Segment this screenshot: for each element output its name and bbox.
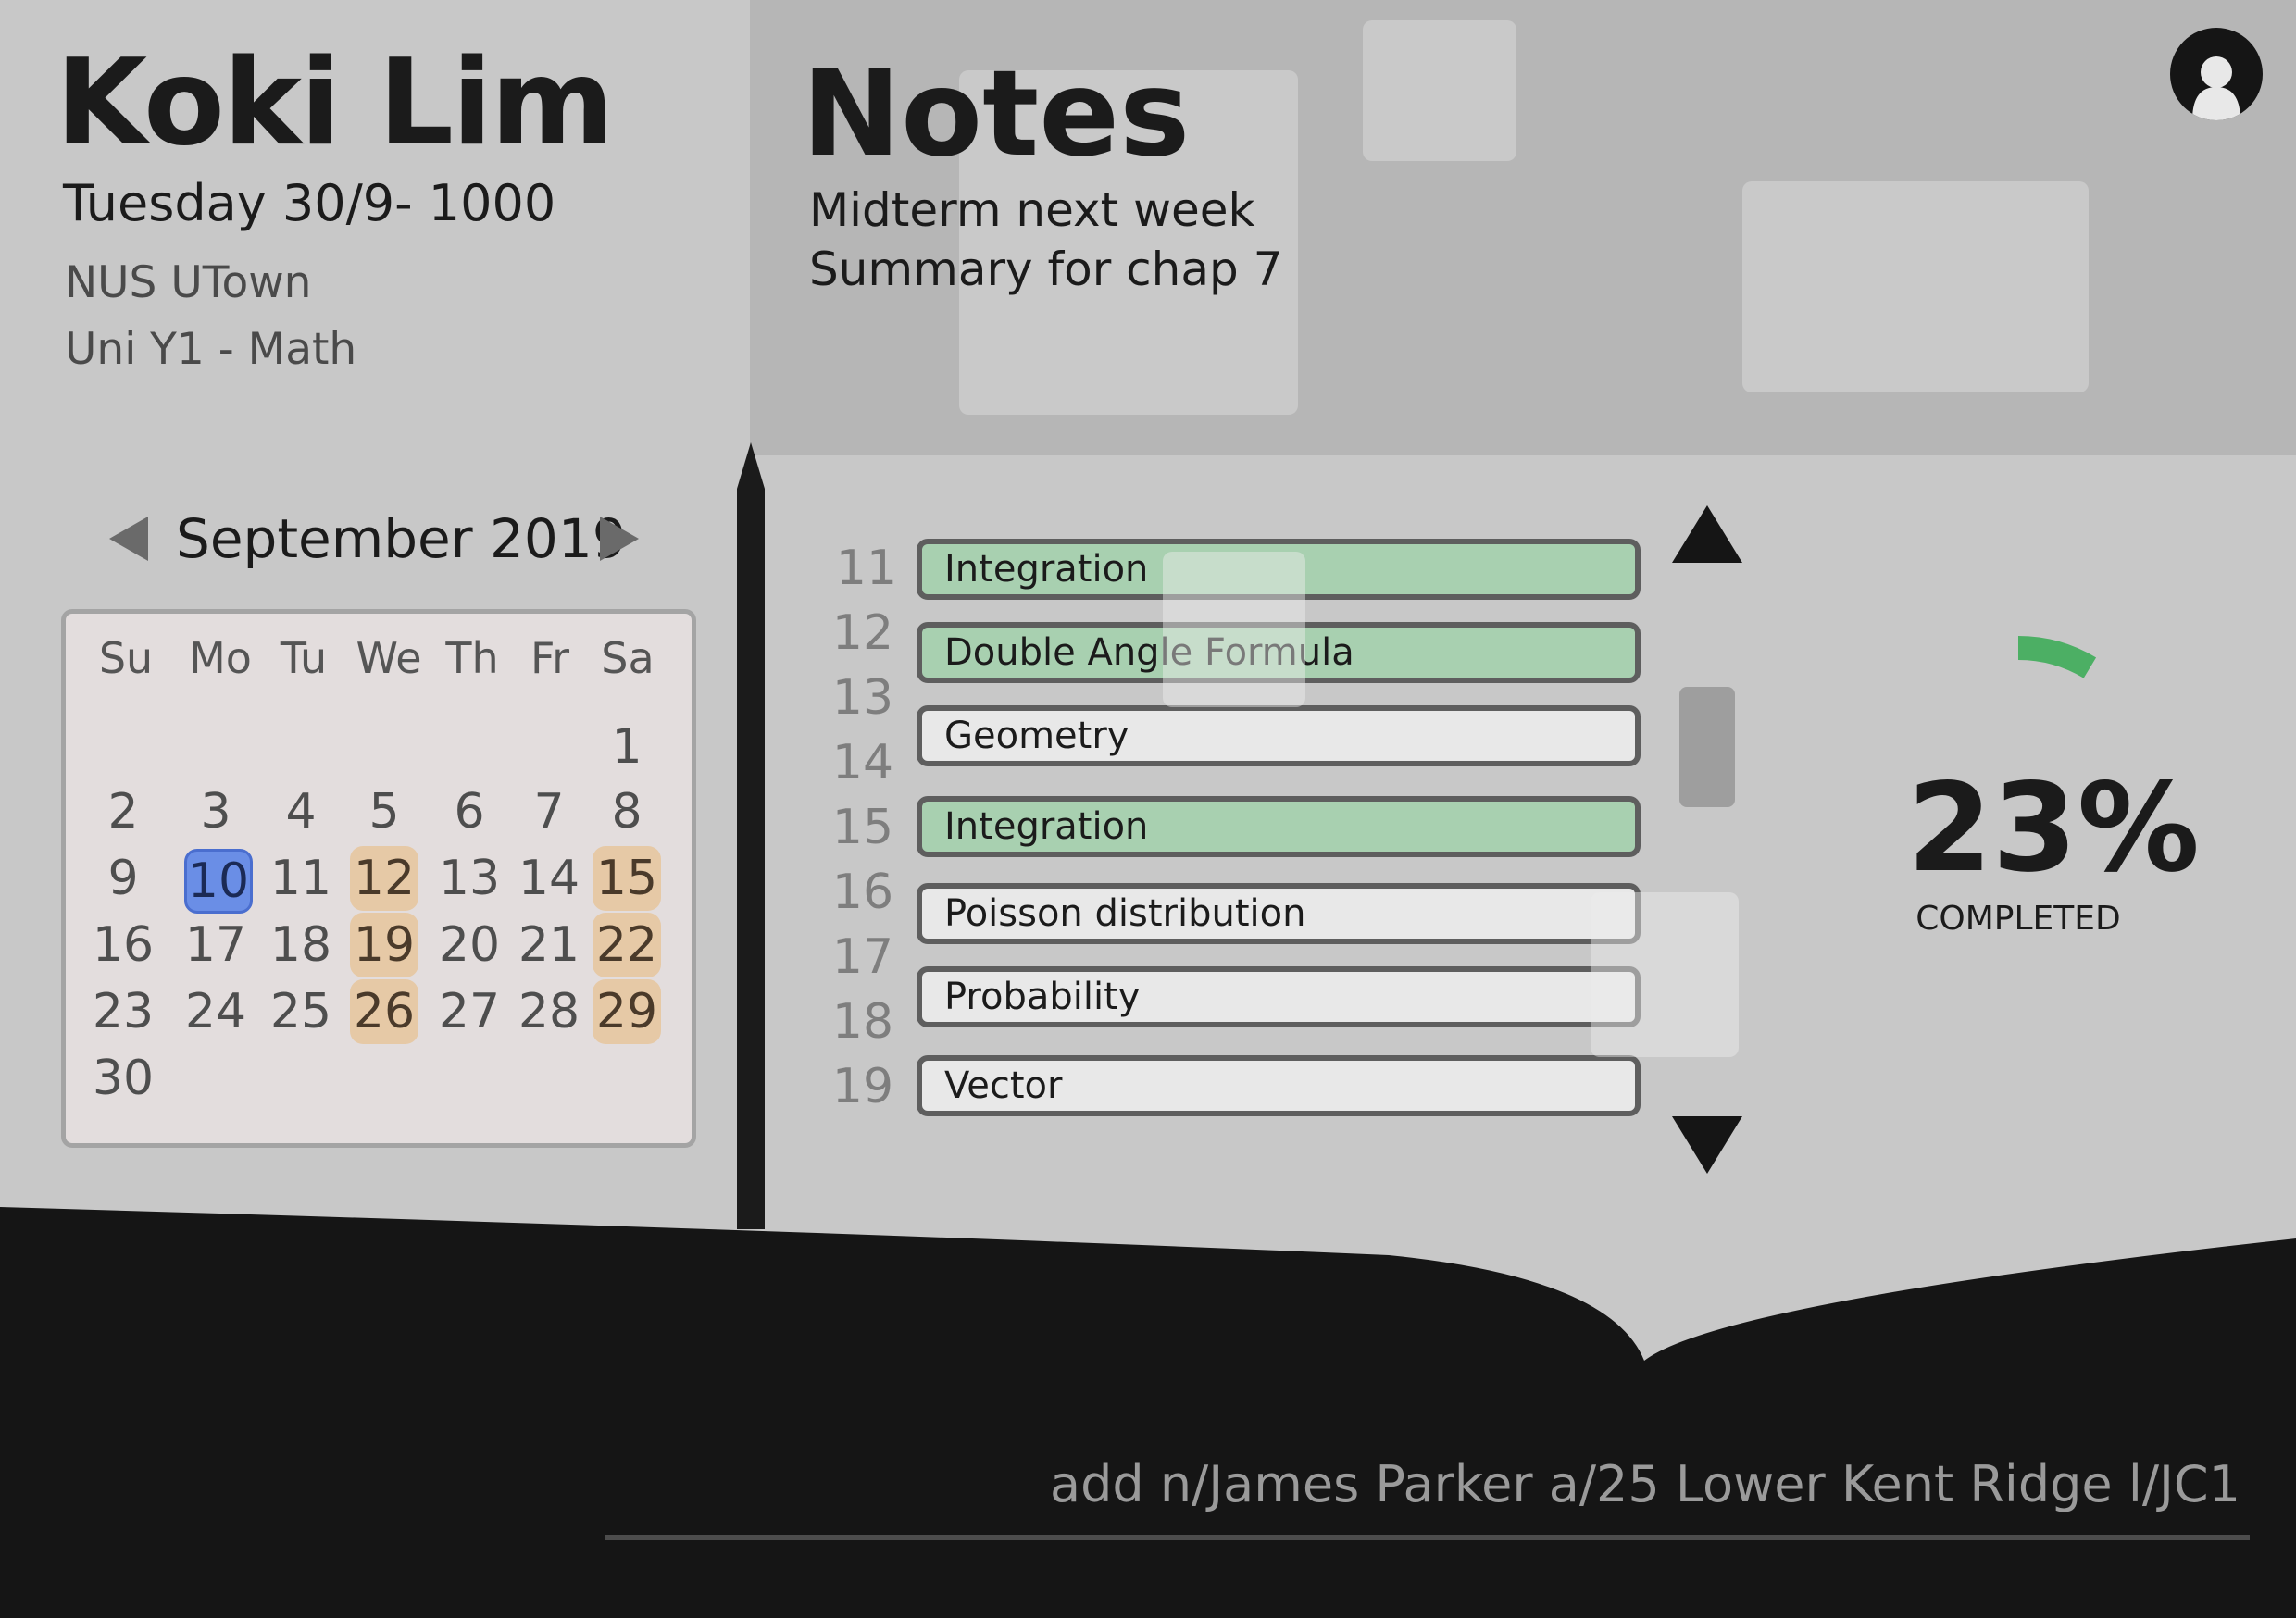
progress-arc	[2017, 636, 2097, 678]
calendar-weekday: Th	[445, 633, 499, 683]
calendar-day[interactable]: 29	[593, 979, 661, 1044]
topic-label: Probability	[944, 976, 1141, 1018]
calendar-weekday: Fr	[530, 633, 570, 683]
note-card[interactable]	[1363, 20, 1516, 161]
command-input[interactable]: add n/James Parker a/25 Lower Kent Ridge…	[1046, 1455, 2240, 1513]
note-item: Summary for chap 7	[809, 243, 1283, 296]
line-number: 12	[831, 605, 894, 661]
calendar-day[interactable]: 5	[350, 779, 418, 844]
line-number: 16	[831, 865, 894, 920]
calendar-day[interactable]: 2	[89, 779, 157, 844]
calendar-weekday: Tu	[280, 633, 328, 683]
calendar-day[interactable]: 23	[89, 979, 157, 1044]
topic-item[interactable]: Vector	[917, 1055, 1641, 1116]
topic-item[interactable]: Poisson distribution	[917, 883, 1641, 944]
calendar-day[interactable]: 13	[435, 846, 504, 911]
calendar-day[interactable]: 21	[515, 913, 583, 977]
calendar-weekday: Su	[98, 633, 154, 683]
calendar-day[interactable]: 7	[515, 779, 583, 844]
calendar-day[interactable]: 6	[435, 779, 504, 844]
calendar-weekday: Mo	[189, 633, 252, 683]
calendar-day[interactable]: 14	[515, 846, 583, 911]
topic-item[interactable]: Geometry	[917, 705, 1641, 766]
calendar-weekday: We	[356, 633, 422, 683]
calendar-day[interactable]: 19	[350, 913, 418, 977]
note-card[interactable]	[1742, 181, 2089, 392]
calendar-day[interactable]: 8	[593, 779, 661, 844]
calendar-month-label: September 2019	[176, 507, 627, 570]
line-number: 15	[831, 800, 894, 855]
topic-item[interactable]: Probability	[917, 966, 1641, 1027]
calendar-day[interactable]: 3	[181, 779, 250, 844]
profile-location: NUS UTown	[65, 257, 312, 308]
divider-pole	[737, 489, 765, 1229]
progress-percentage: 23%	[1907, 757, 2200, 900]
triangle-right-icon[interactable]	[600, 517, 639, 561]
profile-name: Koki Lim	[56, 34, 614, 172]
progress-arc-fill	[2017, 636, 2097, 678]
calendar-day[interactable]: 4	[267, 779, 335, 844]
calendar-day[interactable]: 22	[593, 913, 661, 977]
command-input-underline	[605, 1535, 2250, 1540]
drag-ghost	[1591, 892, 1739, 1057]
calendar-day[interactable]: 25	[267, 979, 335, 1044]
calendar-day[interactable]: 30	[89, 1046, 157, 1111]
line-number: 18	[831, 994, 894, 1050]
calendar-day[interactable]: 16	[89, 913, 157, 977]
line-number: 14	[831, 735, 894, 790]
topic-label: Integration	[944, 548, 1149, 591]
triangle-up-icon[interactable]	[1672, 505, 1742, 563]
calendar-weekday: Sa	[601, 633, 655, 683]
divider-tip	[737, 442, 765, 489]
calendar-day[interactable]: 1	[593, 715, 661, 779]
user-avatar-icon	[2192, 56, 2240, 120]
calendar-day[interactable]: 9	[89, 846, 157, 911]
command-area-background	[0, 1207, 2296, 1618]
progress-label: COMPLETED	[1915, 900, 2121, 938]
calendar-day[interactable]: 28	[515, 979, 583, 1044]
note-item: Midterm next week	[809, 183, 1255, 237]
profile-class: Uni Y1 - Math	[65, 324, 357, 375]
line-number: 13	[831, 670, 894, 726]
calendar-day[interactable]: 26	[350, 979, 418, 1044]
drag-ghost	[1163, 552, 1305, 707]
calendar-day[interactable]: 12	[350, 846, 418, 911]
calendar-day[interactable]: 27	[435, 979, 504, 1044]
calendar-day[interactable]: 17	[181, 913, 250, 977]
line-number: 17	[831, 929, 894, 985]
calendar-day[interactable]: 18	[267, 913, 335, 977]
profile-datetime: Tuesday 30/9- 1000	[63, 174, 556, 232]
topic-label: Vector	[944, 1064, 1063, 1107]
calendar-day[interactable]: 11	[267, 846, 335, 911]
triangle-left-icon[interactable]	[109, 517, 148, 561]
topic-label: Integration	[944, 805, 1149, 848]
topic-item[interactable]: Integration	[917, 796, 1641, 857]
line-number: 11	[835, 541, 898, 596]
topic-label: Poisson distribution	[944, 892, 1306, 935]
scrollbar-thumb[interactable]	[1679, 687, 1735, 807]
topic-label: Geometry	[944, 715, 1129, 757]
notes-title: Notes	[802, 45, 1191, 183]
triangle-down-icon[interactable]	[1672, 1116, 1742, 1174]
calendar-day[interactable]: 10	[184, 849, 253, 914]
calendar-day[interactable]: 15	[593, 846, 661, 911]
calendar-day[interactable]: 20	[435, 913, 504, 977]
user-avatar-icon[interactable]	[2170, 28, 2263, 120]
line-number: 19	[831, 1059, 894, 1114]
calendar-day[interactable]: 24	[181, 979, 250, 1044]
